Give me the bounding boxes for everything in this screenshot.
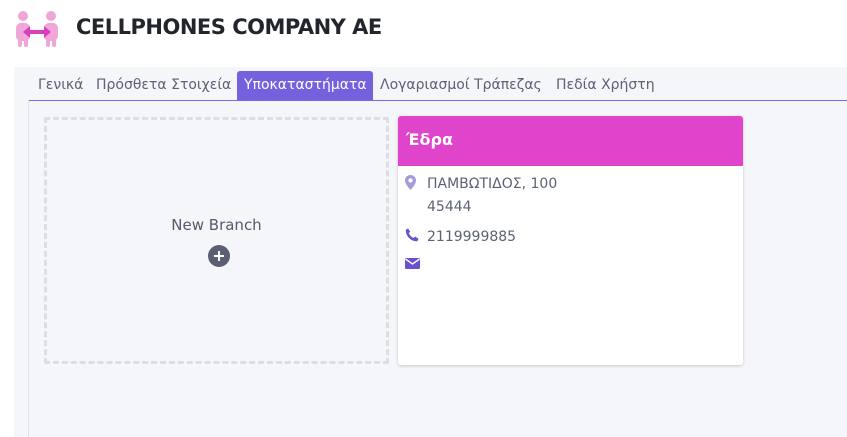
tab-additional-info[interactable]: Πρόσθετα Στοιχεία <box>89 71 238 100</box>
envelope-icon <box>405 258 420 269</box>
phone-icon <box>405 228 419 242</box>
branch-address-line2: 45444 <box>427 199 472 215</box>
panel-left-border <box>28 100 29 437</box>
tab-bar: Γενικά Πρόσθετα Στοιχεία Υποκαταστήματα … <box>28 71 847 101</box>
branch-card-header: Έδρα <box>398 116 743 166</box>
tab-general[interactable]: Γενικά <box>31 71 90 100</box>
company-title: CELLPHONES COMPANY AE <box>76 15 382 39</box>
branch-phone: 2119999885 <box>427 229 517 245</box>
branch-address-line1: ΠΑΜΒΩΤΙΔΟΣ, 100 <box>427 176 558 192</box>
tab-branches[interactable]: Υποκαταστήματα <box>237 71 373 100</box>
plus-circle-icon[interactable] <box>208 245 230 267</box>
map-pin-icon <box>405 175 416 190</box>
branch-card[interactable]: Έδρα ΠΑΜΒΩΤΙΔΟΣ, 100 45444 2119999885 <box>398 116 743 365</box>
tab-bank-accounts[interactable]: Λογαριασμοί Τράπεζας <box>373 71 549 100</box>
branch-name: Έδρα <box>406 130 453 149</box>
handshake-logo-icon <box>16 11 58 47</box>
new-branch-label: New Branch <box>171 216 262 234</box>
app-header: CELLPHONES COMPANY AE <box>0 0 847 62</box>
tab-user-fields[interactable]: Πεδία Χρήστη <box>549 71 662 100</box>
new-branch-card[interactable]: New Branch <box>44 117 389 364</box>
